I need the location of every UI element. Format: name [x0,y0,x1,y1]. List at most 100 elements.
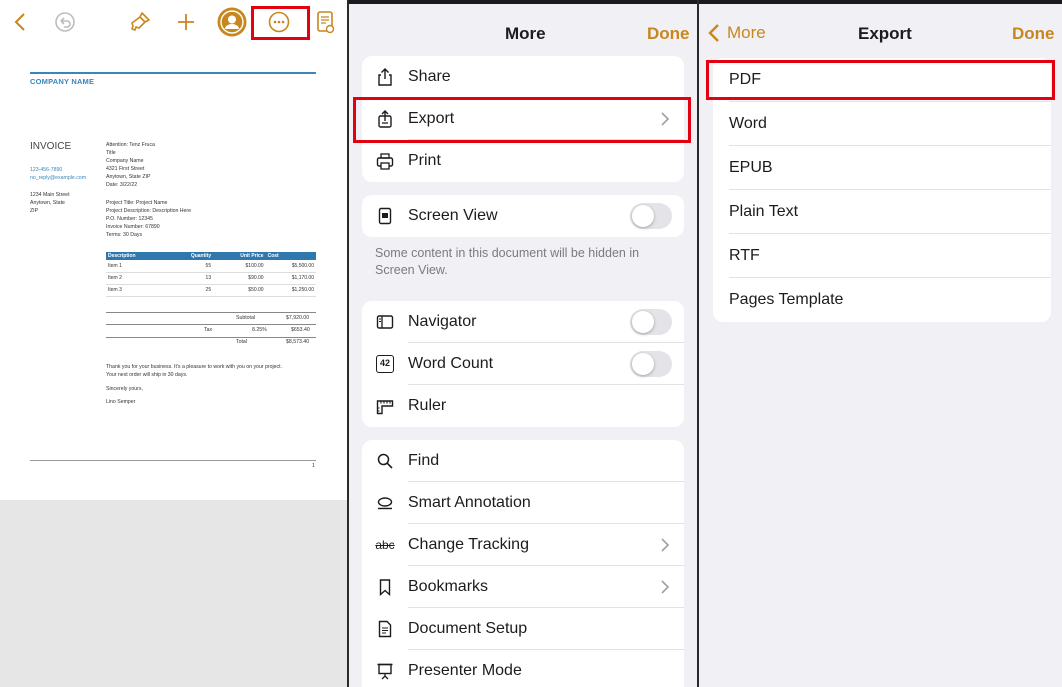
word-count-toggle[interactable] [630,351,672,377]
sender-address-line1: 1234 Main Street [30,192,70,198]
export-option-label: RTF [729,247,760,264]
chevron-right-icon [660,578,670,596]
totals-rule [106,324,316,325]
smart-annotation-icon [376,494,394,512]
collaborate-avatar-icon[interactable] [217,7,247,37]
table-header: Unit Price [213,252,266,260]
menu-item-bookmarks[interactable]: Bookmarks [362,566,684,608]
format-brush-icon[interactable] [128,10,152,34]
back-chevron-icon[interactable] [13,11,27,33]
table-cell: $90.00 [213,272,266,285]
menu-item-ruler[interactable]: Ruler [362,385,684,427]
page-number: 1 [312,463,315,469]
menu-item-label: Smart Annotation [408,494,531,511]
share-icon [376,68,394,86]
table-row: Item 3 25 $50.00 $1,250.00 [106,284,316,297]
export-option-label: Word [729,115,767,132]
export-option-word[interactable]: Word [713,102,1051,146]
sender-address-line3: ZIP [30,208,39,214]
company-name: COMPANY NAME [30,77,95,86]
export-option-plain-text[interactable]: Plain Text [713,190,1051,234]
back-to-more-button[interactable]: More [707,22,766,44]
table-cell: $100.00 [213,260,266,273]
table-cell: Item 2 [106,272,167,285]
export-menu-panel: More Export Done PDF Word EPUB Plain Tex… [699,0,1062,687]
word-count-icon: 42 [376,355,394,373]
presenter-mode-icon [376,662,394,680]
signature-name: Lino Semper [106,399,136,405]
menu-item-label: Print [408,152,441,169]
total-label: Total [236,339,247,345]
bookmark-icon [376,578,394,596]
attention-line: Attention: Tenz Fruca [106,142,155,148]
add-icon[interactable] [175,11,197,33]
document-panel: COMPANY NAME INVOICE 123-456-7890 no_rep… [0,0,347,687]
menu-item-label: Find [408,452,440,469]
navigator-toggle[interactable] [630,309,672,335]
sender-address-line2: Anytown, State [30,200,65,206]
export-option-label: EPUB [729,159,773,176]
export-option-epub[interactable]: EPUB [713,146,1051,190]
menu-item-change-tracking[interactable]: abc Change Tracking [362,524,684,566]
navigator-wordcount-ruler-group: Navigator 42 Word Count Ruler [362,301,684,427]
screen-view-group: Screen View [362,195,684,237]
export-menu-title: Export [858,24,912,43]
menu-item-label: Share [408,68,451,85]
project-line: Project Title: Project Name [106,200,168,206]
menu-item-find[interactable]: Find [362,440,684,482]
phone-number: 123-456-7890 [30,167,63,173]
project-line: Invoice Number: 67890 [106,224,160,230]
menu-item-label: Word Count [408,355,494,372]
menu-item-label: Ruler [408,397,447,414]
export-item-highlight [353,97,691,143]
invoice-title: INVOICE [30,141,72,152]
document-options-icon[interactable] [316,10,336,36]
screen-view-icon [376,207,394,225]
table-header-row: Description Quantity Unit Price Cost [106,252,316,260]
menu-item-smart-annotation[interactable]: Smart Annotation [362,482,684,524]
table-header: Quantity [166,252,214,260]
document-setup-icon [376,620,394,638]
table-cell: $1,170.00 [265,272,316,285]
totals-rule [106,337,316,338]
table-cell: 13 [166,272,214,285]
menu-item-label: Navigator [408,313,477,330]
closing-text: Sincerely yours, [106,386,143,392]
navigator-icon [376,313,394,331]
done-button[interactable]: Done [1012,24,1055,44]
more-menu-title: More [505,24,546,43]
menu-item-screen-view: Screen View [362,195,684,237]
attention-line: Date: 3/22/22 [106,182,138,188]
back-label: More [727,23,766,42]
menu-item-document-setup[interactable]: Document Setup [362,608,684,650]
screen-view-toggle[interactable] [630,203,672,229]
project-line: Project Description: Description Here [106,208,192,214]
menu-item-presenter-mode[interactable]: Presenter Mode [362,650,684,687]
chevron-left-icon [708,24,719,42]
print-icon [376,152,394,170]
total-value: $8,573.40 [286,339,310,345]
table-row: Item 2 13 $90.00 $1,170.00 [106,272,316,285]
ruler-icon [376,397,394,415]
menu-item-print[interactable]: Print [362,140,684,182]
export-option-rtf[interactable]: RTF [713,234,1051,278]
table-header: Cost [265,252,316,260]
thank-you-text: Your next order will ship in 30 days. [106,372,188,378]
undo-icon[interactable] [54,11,76,33]
export-option-label: Plain Text [729,203,799,220]
tax-label: Tax [204,327,213,333]
search-icon [376,452,394,470]
project-line: Terms: 30 Days [106,232,143,238]
table-cell: Item 3 [106,284,167,297]
pdf-option-highlight [706,60,1055,100]
chevron-right-icon [660,536,670,554]
menu-item-share[interactable]: Share [362,56,684,98]
tax-value: $653.40 [291,327,310,333]
export-option-pages-template[interactable]: Pages Template [713,278,1051,322]
attention-line: Anytown, State ZIP [106,174,151,180]
done-button[interactable]: Done [647,24,690,44]
menu-item-word-count: 42 Word Count [362,343,684,385]
menu-item-navigator: Navigator [362,301,684,343]
menu-item-label: Document Setup [408,620,528,637]
tools-group: Find Smart Annotation abc Change Trackin… [362,440,684,687]
